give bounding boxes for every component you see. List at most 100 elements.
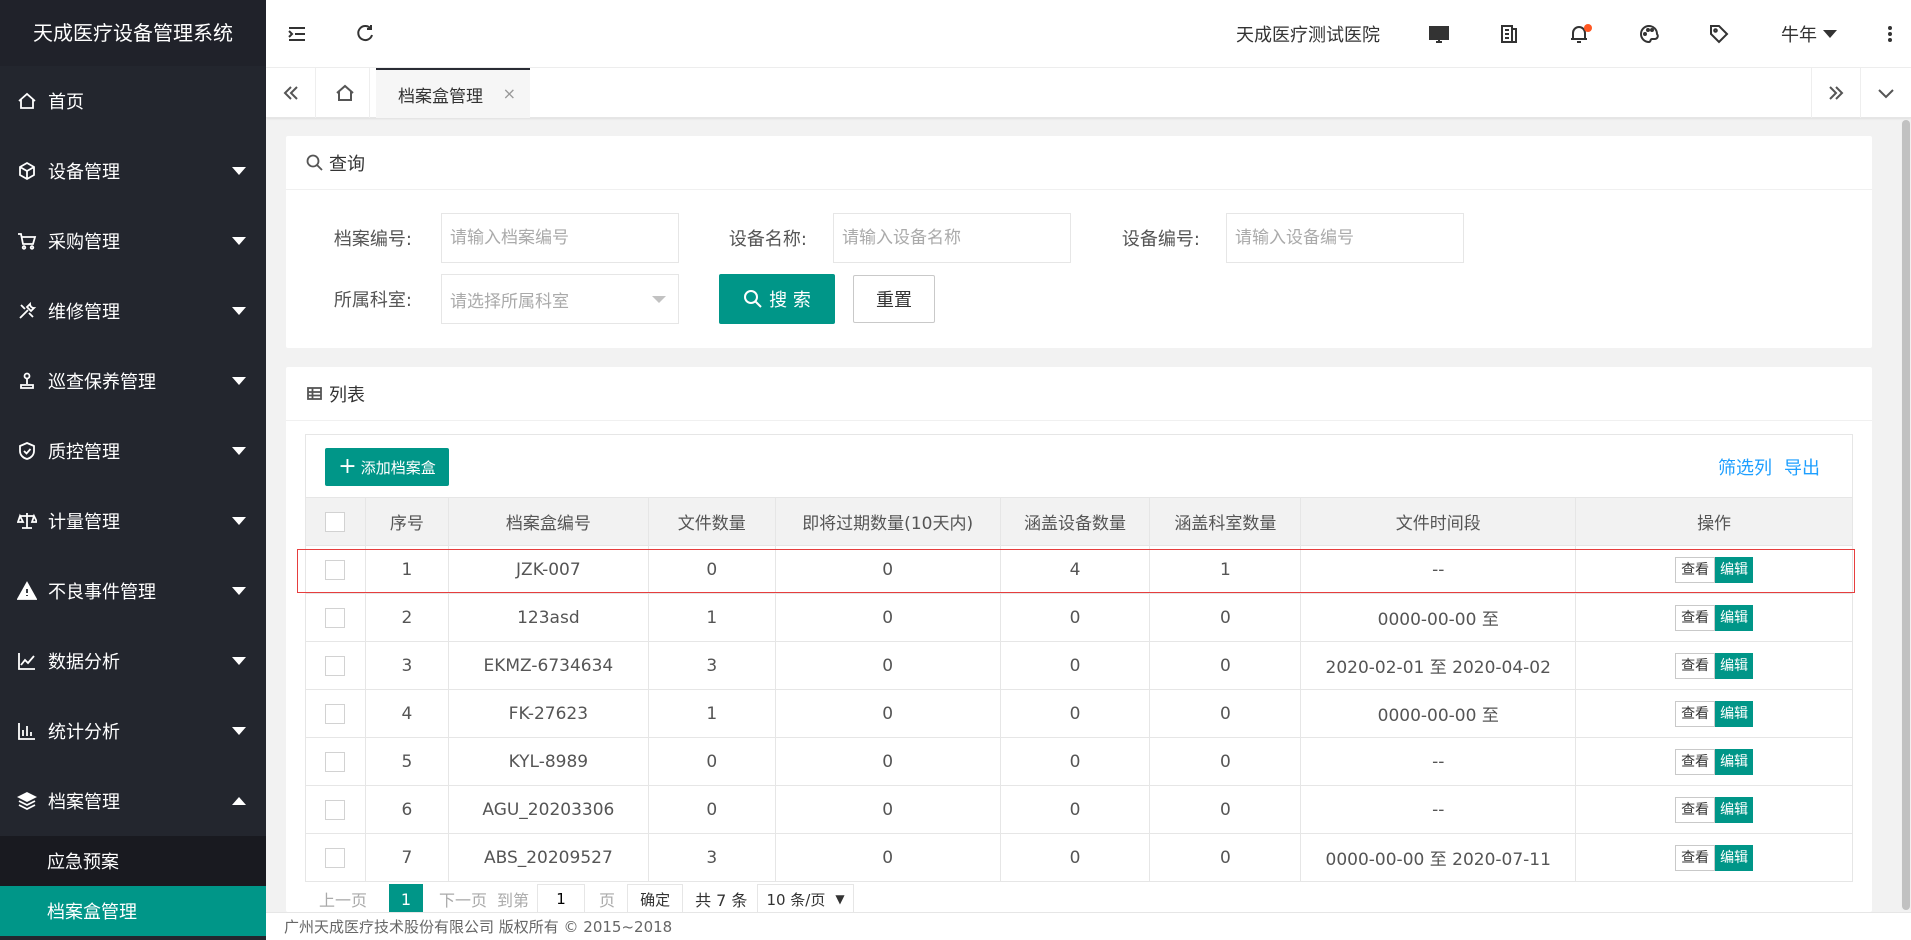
select-all-checkbox[interactable]	[325, 511, 346, 532]
confirm-button[interactable]: 确定	[627, 884, 684, 914]
more-vertical-icon	[1888, 26, 1892, 42]
note-button[interactable]	[1486, 0, 1532, 68]
sidebar-item-adverse-events[interactable]: 不良事件管理	[0, 556, 266, 626]
row-checkbox[interactable]	[325, 703, 346, 724]
row-checkbox[interactable]	[325, 751, 346, 772]
row-checkbox[interactable]	[325, 847, 346, 868]
column-header: 序号	[364, 497, 449, 546]
tab-home[interactable]	[320, 68, 370, 118]
table-row: 6 AGU_20203306 0 0 0 0 -- 查看 编辑	[305, 785, 1853, 834]
theme-button[interactable]	[1626, 0, 1672, 68]
edit-button[interactable]: 编辑	[1715, 844, 1754, 871]
tab-bar: 档案盒管理 ×	[266, 68, 1911, 118]
tab-options-button[interactable]	[1861, 68, 1911, 118]
sidebar-item-repair[interactable]: 维修管理	[0, 276, 266, 346]
archive-no-input[interactable]	[441, 213, 679, 263]
tab-archive-box[interactable]: 档案盒管理 ×	[376, 68, 530, 118]
screen-button[interactable]	[1416, 0, 1462, 68]
search-button[interactable]: 搜 索	[719, 274, 835, 324]
table-row: 4 FK-27623 1 0 0 0 0000-00-00 至查看 编辑	[305, 689, 1853, 738]
table-cell: 3	[647, 641, 776, 690]
page-input[interactable]	[537, 884, 586, 914]
row-checkbox[interactable]	[325, 559, 346, 580]
page-scrollbar[interactable]	[1901, 120, 1911, 910]
sidebar-item-metering[interactable]: 计量管理	[0, 486, 266, 556]
add-archive-box-button[interactable]: + 添加档案盒	[325, 448, 449, 486]
next-page[interactable]: 下一页	[439, 887, 487, 911]
sidebar-item-home[interactable]: 首页	[0, 66, 266, 136]
sidebar-subitem-archive-box[interactable]: 档案盒管理	[0, 886, 266, 936]
caret-down-icon	[1823, 30, 1837, 38]
user-menu[interactable]: 牛年	[1781, 0, 1837, 68]
sidebar-item-statistics[interactable]: 统计分析	[0, 696, 266, 766]
table-cell: 5	[364, 737, 449, 786]
sidebar-item-data-analysis[interactable]: 数据分析	[0, 626, 266, 696]
tab-scroll-left-button[interactable]	[266, 68, 316, 118]
sidebar-item-archives[interactable]: 档案管理	[0, 766, 266, 836]
app-title: 天成医疗设备管理系统	[0, 0, 266, 66]
table-cell: 0	[774, 833, 1001, 882]
refresh-button[interactable]	[342, 0, 388, 68]
table-cell: 4	[999, 545, 1151, 594]
view-button[interactable]: 查看	[1675, 604, 1716, 631]
tag-button[interactable]	[1696, 0, 1742, 68]
footer: 广州天成医疗技术股份有限公司 版权所有 © 2015~2018	[266, 912, 1911, 940]
page-size-select[interactable]: 10 条/页 ▼	[757, 884, 854, 914]
view-button[interactable]: 查看	[1675, 556, 1716, 583]
filter-columns-link[interactable]: 筛选列	[1718, 454, 1772, 480]
query-header: 查询	[286, 136, 1872, 190]
view-button[interactable]: 查看	[1675, 748, 1716, 775]
hospital-name[interactable]: 天成医疗测试医院	[1236, 0, 1380, 68]
sidebar-item-quality[interactable]: 质控管理	[0, 416, 266, 486]
sidebar-item-purchase[interactable]: 采购管理	[0, 206, 266, 276]
export-link[interactable]: 导出	[1784, 454, 1820, 480]
table-cell: JZK-007	[447, 545, 649, 594]
row-checkbox[interactable]	[325, 799, 346, 820]
bar-chart-icon	[16, 720, 38, 742]
view-button[interactable]: 查看	[1675, 796, 1716, 823]
table-cell: --	[1300, 785, 1577, 834]
palette-icon	[1640, 24, 1659, 44]
close-icon[interactable]: ×	[503, 84, 516, 103]
table-cell: 0	[1149, 641, 1302, 690]
edit-button[interactable]: 编辑	[1715, 700, 1754, 727]
edit-button[interactable]: 编辑	[1715, 556, 1754, 583]
actions-cell: 查看 编辑	[1575, 737, 1853, 786]
dept-select[interactable]: 请选择所属科室	[441, 274, 679, 324]
view-button[interactable]: 查看	[1675, 844, 1716, 871]
actions-cell: 查看 编辑	[1575, 785, 1853, 834]
edit-button[interactable]: 编辑	[1715, 796, 1754, 823]
table-cell: 6	[364, 785, 449, 834]
page-unit: 页	[599, 891, 616, 910]
sidebar-item-label: 计量管理	[48, 512, 120, 533]
row-checkbox[interactable]	[325, 607, 346, 628]
note-icon	[1501, 25, 1517, 43]
view-button[interactable]: 查看	[1675, 700, 1716, 727]
chevron-down-icon: ▼	[835, 892, 845, 906]
edit-button[interactable]: 编辑	[1715, 652, 1754, 679]
device-name-input[interactable]	[833, 213, 1071, 263]
collapse-menu-button[interactable]	[274, 0, 320, 68]
device-no-input[interactable]	[1226, 213, 1464, 263]
warning-icon	[16, 580, 38, 602]
sidebar-item-label: 档案管理	[48, 792, 120, 813]
sidebar-subitem-emergency-plan[interactable]: 应急预案	[0, 836, 266, 886]
sidebar-item-inspection[interactable]: 巡查保养管理	[0, 346, 266, 416]
more-button[interactable]	[1872, 0, 1908, 68]
current-page[interactable]: 1	[389, 884, 424, 914]
row-checkbox[interactable]	[325, 655, 346, 676]
cart-icon	[16, 230, 38, 252]
prev-page[interactable]: 上一页	[319, 887, 367, 911]
scrollbar-thumb[interactable]	[1902, 120, 1910, 910]
notification-dot	[1584, 24, 1592, 32]
notification-button[interactable]	[1556, 0, 1602, 68]
table-header-row: 序号 档案盒编号 文件数量 即将过期数量(10天内) 涵盖设备数量 涵盖科室数量…	[305, 497, 1853, 546]
tab-scroll-right-button[interactable]	[1811, 68, 1861, 118]
sidebar-item-devices[interactable]: 设备管理	[0, 136, 266, 206]
view-button[interactable]: 查看	[1675, 652, 1716, 679]
table-cell: 1	[647, 689, 776, 738]
reset-button[interactable]: 重置	[853, 275, 935, 323]
edit-button[interactable]: 编辑	[1715, 604, 1754, 631]
cube-icon	[16, 160, 38, 182]
edit-button[interactable]: 编辑	[1715, 748, 1754, 775]
